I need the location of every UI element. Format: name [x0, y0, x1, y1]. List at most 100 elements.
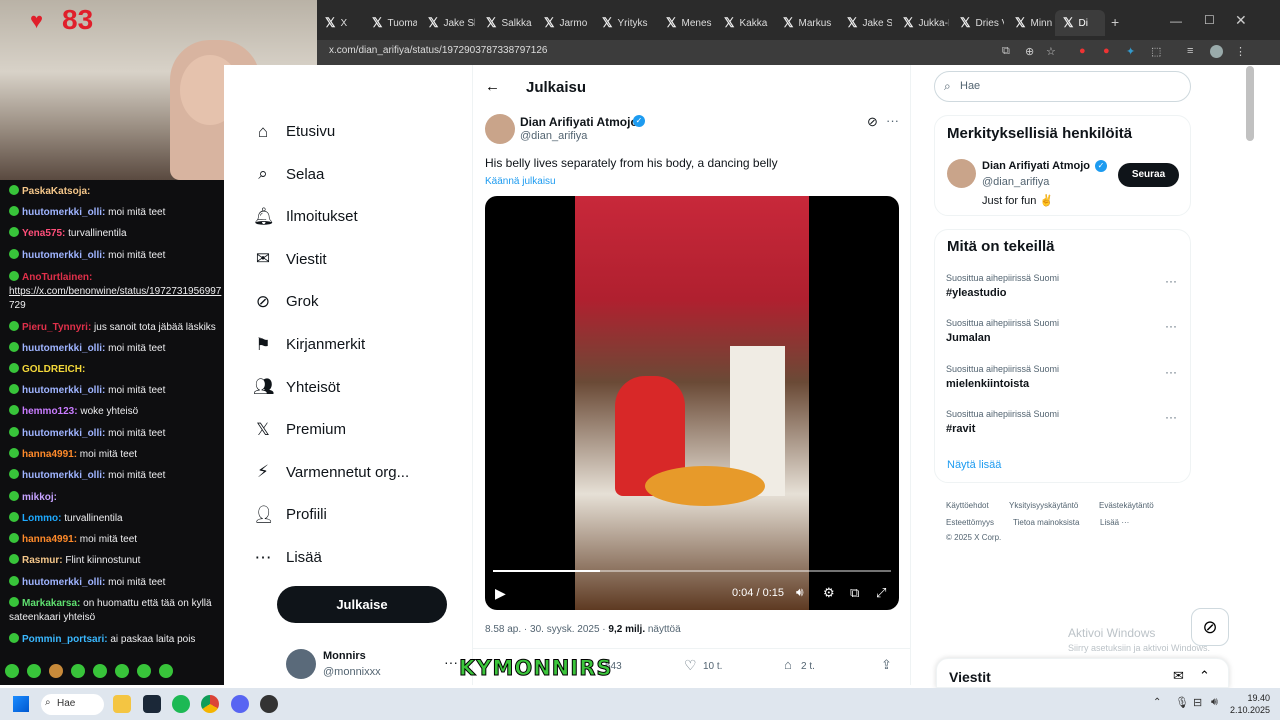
volume-icon[interactable]: 🔊︎: [1211, 696, 1218, 709]
author-name[interactable]: Dian Arifiyati Atmojo: [520, 115, 638, 129]
trend-more-icon[interactable]: ···: [1165, 410, 1177, 424]
chat-username[interactable]: Yena575:: [22, 228, 65, 239]
browser-tab[interactable]: 𝕏 Jukka-F: [895, 10, 949, 36]
chat-username[interactable]: huutomerkki_olli:: [22, 577, 105, 588]
suggested-avatar[interactable]: [947, 159, 976, 188]
account-avatar[interactable]: [286, 649, 316, 679]
browser-tab[interactable]: 𝕏 Minna: [1007, 10, 1052, 36]
bookmark-count[interactable]: 2 t.: [801, 661, 815, 672]
grok-icon[interactable]: ⊘: [867, 114, 878, 130]
taskbar-search[interactable]: ⌕ Hae: [41, 694, 104, 715]
network-icon[interactable]: ⊟: [1193, 696, 1202, 709]
footer-link[interactable]: Yksityisyyskäytäntö: [1009, 501, 1078, 510]
fullscreen-icon[interactable]: ⤢: [876, 585, 886, 601]
picture-in-picture-icon[interactable]: ⧉: [850, 585, 859, 601]
scrollbar-thumb[interactable]: [1246, 66, 1254, 141]
chat-username[interactable]: huutomerkki_olli:: [22, 343, 105, 354]
browser-tab[interactable]: 𝕏 Dries V: [952, 10, 1004, 36]
trend-more-icon[interactable]: ···: [1165, 365, 1177, 379]
bookmark-icon[interactable]: ⌂: [784, 657, 792, 672]
clock-date[interactable]: 2.10.2025: [1226, 705, 1270, 715]
footer-link[interactable]: Tietoa mainoksista: [1013, 518, 1079, 527]
extension-icon[interactable]: ✦: [1126, 45, 1135, 58]
chat-text[interactable]: 729: [9, 300, 26, 311]
chat-username[interactable]: Markakarsa:: [22, 598, 80, 609]
chat-username[interactable]: AnoTurtlainen:: [22, 272, 92, 283]
new-tab-icon[interactable]: +: [1111, 14, 1119, 30]
trend-title[interactable]: mielenkiintoista: [946, 378, 1029, 390]
post-button[interactable]: Julkaise: [277, 586, 447, 623]
browser-tab[interactable]: 𝕏 Salkka: [478, 10, 533, 36]
clock-time[interactable]: 19.40: [1240, 693, 1270, 703]
microphone-icon[interactable]: 🎙︎: [1175, 696, 1189, 709]
tray-chevron-icon[interactable]: ⌃: [1153, 697, 1161, 708]
emote-icon[interactable]: [137, 664, 151, 678]
new-message-icon[interactable]: ✉: [1173, 668, 1184, 684]
account-more-icon[interactable]: ···: [444, 654, 458, 670]
browser-menu-icon[interactable]: ⋮: [1235, 45, 1246, 58]
emote-icon[interactable]: [159, 664, 173, 678]
maximize-icon[interactable]: ☐: [1204, 13, 1215, 27]
chat-username[interactable]: Pieru_Tynnyri:: [22, 322, 91, 333]
like-icon[interactable]: ♡: [684, 657, 697, 674]
browser-tab[interactable]: 𝕏 Menes: [658, 10, 713, 36]
grok-icon[interactable]: ⊘: [1191, 608, 1229, 646]
browser-tab[interactable]: 𝕏 Markus: [775, 10, 836, 36]
author-avatar[interactable]: [485, 114, 515, 144]
chat-username[interactable]: PaskaKatsoja:: [22, 186, 90, 197]
nav-item-grok[interactable]: ⊘ Grok: [256, 292, 319, 311]
translate-link[interactable]: Käännä julkaisu: [485, 176, 556, 187]
expand-icon[interactable]: ⌃: [1199, 668, 1210, 684]
chat-username[interactable]: mikkoj:: [22, 492, 57, 503]
footer-link[interactable]: Evästekäytäntö: [1099, 501, 1154, 510]
search-input[interactable]: Hae: [960, 80, 980, 92]
profile-avatar-icon[interactable]: [1210, 45, 1223, 58]
browser-tab[interactable]: 𝕏X: [317, 10, 361, 36]
show-more-link[interactable]: Näytä lisää: [947, 459, 1001, 471]
close-window-icon[interactable]: ✕: [1235, 12, 1247, 29]
chat-username[interactable]: hemmo123:: [22, 406, 78, 417]
zoom-icon[interactable]: ⊕: [1025, 45, 1034, 58]
discord-icon[interactable]: [231, 695, 249, 713]
nav-item-lisää[interactable]: ⋯ Lisää: [255, 548, 322, 567]
browser-tab[interactable]: 𝕏 Tuoma: [364, 10, 417, 36]
browser-tab[interactable]: 𝕏 Jake Sh: [839, 10, 892, 36]
nav-item-varmennetut-org[interactable]: ⚡︎ Varmennetut org...: [257, 462, 409, 481]
extension-icon[interactable]: ●: [1103, 45, 1110, 57]
chat-username[interactable]: huutomerkki_olli:: [22, 428, 105, 439]
search-box[interactable]: ⌕ Hae: [934, 71, 1191, 102]
play-icon[interactable]: ▶: [495, 585, 506, 602]
nav-item-kirjanmerkit[interactable]: ⚑ Kirjanmerkit: [255, 335, 365, 354]
trend-title[interactable]: #yleastudio: [946, 287, 1007, 299]
trend-more-icon[interactable]: ···: [1165, 274, 1177, 288]
video-progress-bar[interactable]: [493, 570, 891, 572]
emote-icon[interactable]: [49, 664, 63, 678]
chat-username[interactable]: Pommin_portsari:: [22, 634, 108, 645]
minimize-icon[interactable]: —: [1170, 14, 1182, 28]
chat-username[interactable]: huutomerkki_olli:: [22, 470, 105, 481]
nav-item-etusivu[interactable]: ⌂ Etusivu: [258, 122, 335, 141]
taskbar-search-label[interactable]: Hae: [57, 698, 75, 709]
emote-icon[interactable]: [71, 664, 85, 678]
emote-icon[interactable]: [5, 664, 19, 678]
chat-username[interactable]: huutomerkki_olli:: [22, 250, 105, 261]
nav-item-viestit[interactable]: ✉ Viestit: [256, 249, 327, 268]
like-count[interactable]: 10 t.: [703, 661, 722, 672]
chat-text[interactable]: https://x.com/benonwine/status/197273195…: [9, 286, 221, 297]
video-player[interactable]: ▶ 0:04 / 0:15 🔊︎ ⚙ ⧉ ⤢: [485, 196, 899, 610]
back-arrow-icon[interactable]: ←: [485, 78, 500, 95]
extensions-icon[interactable]: ⬚: [1151, 45, 1161, 58]
suggested-name[interactable]: Dian Arifiyati Atmojo: [982, 160, 1090, 172]
footer-link[interactable]: Käyttöehdot: [946, 501, 989, 510]
nav-item-yhteisöt[interactable]: 👥︎ Yhteisöt: [253, 377, 340, 396]
chat-username[interactable]: Lommo:: [22, 513, 61, 524]
chat-username[interactable]: huutomerkki_olli:: [22, 385, 105, 396]
trend-more-icon[interactable]: ···: [1165, 319, 1177, 333]
chat-username[interactable]: hanna4991:: [22, 449, 77, 460]
follow-button[interactable]: Seuraa: [1118, 163, 1179, 187]
spotify-icon[interactable]: [172, 695, 190, 713]
tab-search-icon[interactable]: ≡: [1187, 45, 1193, 57]
install-icon[interactable]: ⧉: [1002, 45, 1010, 58]
browser-tab[interactable]: 𝕏 Jarmo: [536, 10, 591, 36]
settings-gear-icon[interactable]: ⚙: [823, 585, 835, 601]
